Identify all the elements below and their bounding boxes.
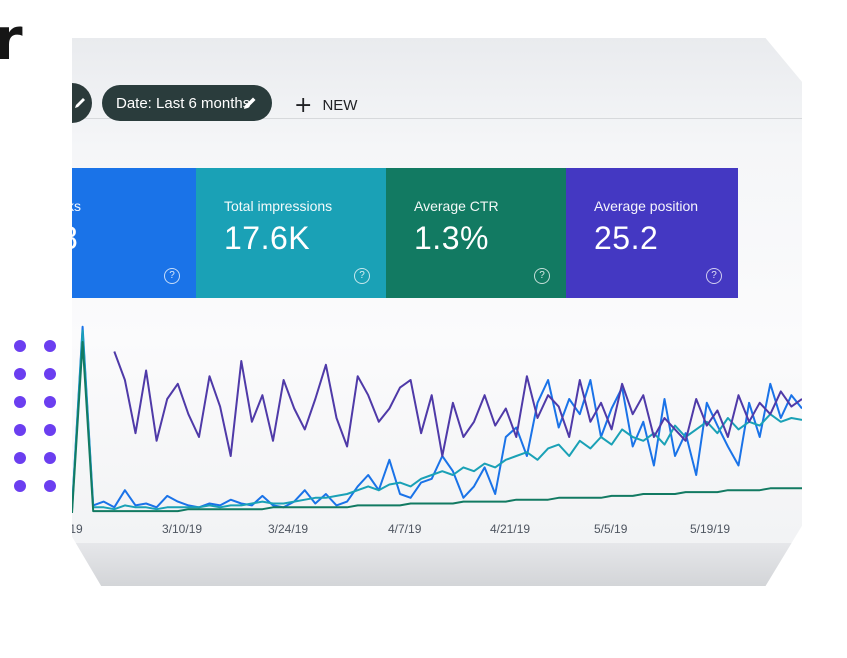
series-line-0 — [72, 325, 802, 510]
x-tick-label: 5/5/19 — [594, 522, 628, 536]
x-tick-label: 3/24/19 — [268, 522, 309, 536]
series-line-3 — [113, 351, 802, 457]
dashboard-photo: Date: Last 6 months + NEW cks 8 ? Total … — [72, 38, 802, 586]
x-tick-label: 4/21/19 — [490, 522, 531, 536]
x-tick-label: 3/10/19 — [162, 522, 203, 536]
performance-line-chart — [72, 325, 802, 514]
partial-heading-letter: r — [0, 5, 23, 73]
screen-bottom-edge — [72, 543, 802, 586]
x-tick-label: 4/7/19 — [388, 522, 422, 536]
x-tick-label: /19 — [72, 522, 83, 536]
x-tick-label: 5/19/19 — [690, 522, 731, 536]
